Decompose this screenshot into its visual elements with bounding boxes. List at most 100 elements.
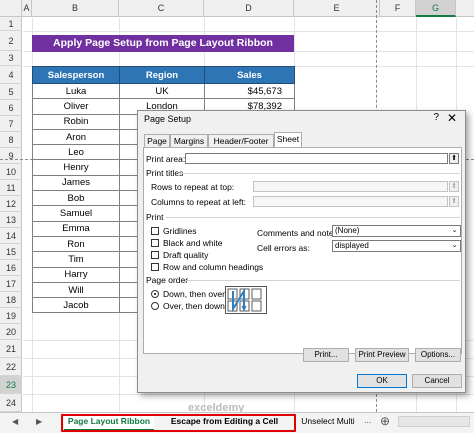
- tab-page[interactable]: Page: [144, 134, 170, 147]
- black-and-white-label: Black and white: [163, 238, 223, 248]
- row-header[interactable]: 24: [0, 394, 22, 412]
- table-cell[interactable]: Bob: [32, 190, 120, 207]
- plus-icon[interactable]: ⊕: [380, 414, 390, 428]
- draft-quality-checkbox[interactable]: [151, 251, 159, 259]
- row-header[interactable]: 4: [0, 66, 22, 84]
- row-header-selected[interactable]: 23: [0, 376, 22, 394]
- comments-select-value: (None): [335, 226, 360, 235]
- divider: [178, 173, 460, 174]
- row-header-bar: 1 2 3 4 5 6 7 8 9 10 11 12 13 14 15 16 1…: [0, 17, 22, 412]
- sheet-title-box[interactable]: Apply Page Setup from Page Layout Ribbon: [32, 35, 294, 52]
- column-header-d[interactable]: D: [204, 0, 294, 17]
- scroll-left-icon[interactable]: ◀: [12, 417, 18, 426]
- row-header[interactable]: 1: [0, 17, 22, 31]
- over-then-down-label: Over, then down: [163, 301, 225, 311]
- cell-errors-select-value: displayed: [335, 241, 369, 250]
- highlight-outline: [61, 414, 296, 432]
- close-icon[interactable]: ✕: [447, 111, 457, 125]
- rows-repeat-field[interactable]: [253, 181, 448, 192]
- row-header[interactable]: 18: [0, 292, 22, 308]
- table-cell[interactable]: Samuel: [32, 205, 120, 222]
- row-column-headings-checkbox[interactable]: [151, 263, 159, 271]
- table-cell[interactable]: James: [32, 174, 120, 192]
- row-header[interactable]: 19: [0, 308, 22, 324]
- table-cell[interactable]: Aron: [32, 128, 120, 146]
- down-then-over-radio[interactable]: [151, 290, 159, 298]
- rows-repeat-label: Rows to repeat at top:: [151, 182, 235, 192]
- row-header[interactable]: 8: [0, 132, 22, 148]
- ok-button[interactable]: OK: [357, 374, 407, 388]
- row-header[interactable]: 21: [0, 340, 22, 358]
- comments-select[interactable]: (None) ⌄: [332, 225, 461, 237]
- table-cell[interactable]: UK: [119, 82, 205, 100]
- table-cell[interactable]: Leo: [32, 144, 120, 161]
- row-header[interactable]: 17: [0, 276, 22, 292]
- row-header[interactable]: 15: [0, 244, 22, 260]
- table-cell[interactable]: Ron: [32, 235, 120, 253]
- table-cell[interactable]: Oliver: [32, 98, 120, 115]
- tab-sheet[interactable]: Sheet: [274, 132, 302, 147]
- row-header[interactable]: 9: [0, 148, 22, 164]
- help-icon[interactable]: ?: [433, 112, 439, 123]
- select-all-corner[interactable]: [0, 0, 22, 17]
- over-then-down-radio[interactable]: [151, 302, 159, 310]
- table-cell[interactable]: Luka: [32, 82, 120, 100]
- print-preview-button[interactable]: Print Preview: [355, 348, 409, 362]
- row-header[interactable]: 3: [0, 51, 22, 66]
- row-header[interactable]: 6: [0, 100, 22, 116]
- print-button[interactable]: Print...: [303, 348, 349, 362]
- cell-errors-select[interactable]: displayed ⌄: [332, 240, 461, 252]
- row-header[interactable]: 12: [0, 196, 22, 212]
- table-cell[interactable]: Henry: [32, 159, 120, 176]
- column-header-g[interactable]: G: [416, 0, 456, 17]
- row-header[interactable]: 2: [0, 31, 22, 51]
- collapse-dialog-icon[interactable]: ⬆: [449, 181, 459, 192]
- column-header-bar: A B C D E F G: [0, 0, 474, 17]
- row-header[interactable]: 22: [0, 358, 22, 376]
- row-header[interactable]: 7: [0, 116, 22, 132]
- row-header[interactable]: 13: [0, 212, 22, 228]
- row-header[interactable]: 16: [0, 260, 22, 276]
- column-header-a[interactable]: A: [22, 0, 32, 17]
- table-cell[interactable]: Tim: [32, 251, 120, 268]
- dialog-title: Page Setup: [144, 114, 192, 124]
- options-button[interactable]: Options...: [415, 348, 461, 362]
- tab-header-footer[interactable]: Header/Footer: [208, 134, 274, 147]
- table-header-region[interactable]: Region: [119, 66, 205, 84]
- column-header-f[interactable]: F: [380, 0, 416, 17]
- column-header-e[interactable]: E: [294, 0, 380, 17]
- collapse-dialog-icon[interactable]: ⬆: [449, 196, 459, 207]
- table-cell[interactable]: Harry: [32, 266, 120, 283]
- row-header[interactable]: 14: [0, 228, 22, 244]
- column-header-b[interactable]: B: [32, 0, 119, 17]
- row-header[interactable]: 11: [0, 180, 22, 196]
- horizontal-scrollbar[interactable]: [398, 416, 470, 427]
- sheet-tab-unselect-multi[interactable]: Unselect Multi: [296, 413, 360, 431]
- table-cell[interactable]: Emma: [32, 220, 120, 237]
- tab-margins[interactable]: Margins: [170, 134, 208, 147]
- scroll-right-icon[interactable]: ▶: [36, 417, 42, 426]
- gridlines-checkbox[interactable]: [151, 227, 159, 235]
- page-order-preview-graphic: [227, 287, 262, 313]
- table-cell[interactable]: Will: [32, 281, 120, 299]
- column-header-c[interactable]: C: [119, 0, 204, 17]
- table-cell[interactable]: Jacob: [32, 297, 120, 314]
- table-cell[interactable]: Robin: [32, 113, 120, 130]
- page-order-preview-icon: [225, 286, 267, 314]
- columns-repeat-field[interactable]: [253, 196, 448, 207]
- print-area-field[interactable]: [185, 153, 448, 164]
- more-tabs[interactable]: ...: [364, 415, 372, 425]
- table-header-sales[interactable]: Sales: [204, 66, 295, 84]
- table-header-salesperson[interactable]: Salesperson: [32, 66, 120, 84]
- table-cell[interactable]: $45,673: [204, 82, 295, 100]
- black-and-white-checkbox[interactable]: [151, 239, 159, 247]
- print-section-label: Print: [146, 212, 164, 222]
- row-header[interactable]: 10: [0, 164, 22, 180]
- row-header[interactable]: 5: [0, 84, 22, 100]
- collapse-dialog-icon[interactable]: ⬆: [449, 153, 459, 164]
- row-header[interactable]: 20: [0, 324, 22, 340]
- gridline: [23, 394, 474, 395]
- cancel-button[interactable]: Cancel: [412, 374, 462, 388]
- gridlines-label: Gridlines: [163, 226, 197, 236]
- draft-quality-label: Draft quality: [163, 250, 209, 260]
